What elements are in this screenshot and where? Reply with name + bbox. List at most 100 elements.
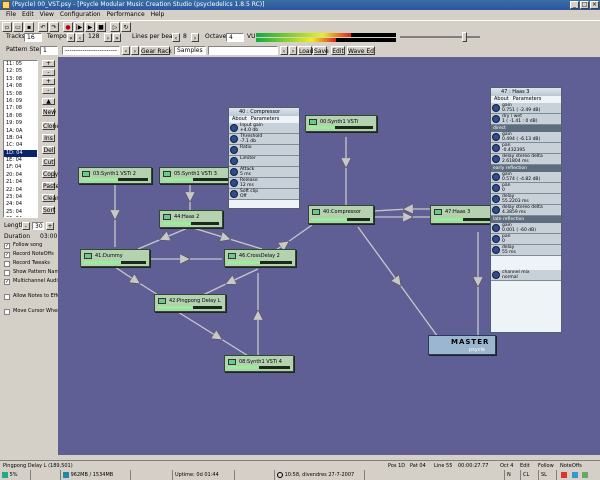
knob-icon[interactable] bbox=[492, 144, 500, 152]
redo-icon[interactable]: ↷ bbox=[49, 22, 59, 32]
haas-late-param-row[interactable]: delay 55 ms bbox=[491, 245, 561, 256]
sequence-entry[interactable]: 1E: 04 bbox=[4, 157, 37, 164]
lpb-up-button[interactable]: › bbox=[191, 33, 199, 42]
knob-icon[interactable] bbox=[492, 184, 500, 192]
save-file-icon[interactable]: ▪ bbox=[24, 22, 34, 32]
knob-icon[interactable] bbox=[492, 173, 500, 181]
wave-ed-button[interactable]: Wave Ed bbox=[347, 46, 375, 55]
sequence-entry[interactable]: 25: 04 bbox=[4, 209, 37, 216]
sequence-entry[interactable]: 18: 08 bbox=[4, 113, 37, 120]
stop-icon[interactable]: ■ bbox=[96, 22, 106, 32]
pattern-step-select[interactable]: 1 bbox=[40, 46, 58, 55]
play-icon[interactable]: ▶ bbox=[85, 22, 95, 32]
machine-crossdelay-2[interactable]: 46:CrossDelay 2 bbox=[224, 249, 296, 267]
sequence-entry[interactable]: 21: 04 bbox=[4, 179, 37, 186]
master-volume-slider[interactable] bbox=[462, 32, 467, 42]
machine-view[interactable]: 03:Synth1 VSTi 2 05:Synth1 VSTi 3 44:Haa… bbox=[58, 57, 600, 455]
sequence-entry[interactable]: 17: 08 bbox=[4, 105, 37, 112]
option-checkbox[interactable]: ✓ bbox=[4, 252, 10, 258]
tray-speaker-icon[interactable] bbox=[561, 471, 567, 478]
haas-direct-param-row[interactable]: delay stereo delta 2.61804 ms bbox=[491, 154, 561, 165]
haas-parameters-window[interactable]: 47 : Haas 3 About Parameters gain 0.751 ( … bbox=[490, 87, 562, 333]
record-icon[interactable]: ● bbox=[63, 22, 73, 32]
seq-sort-button[interactable]: Sort bbox=[42, 206, 55, 214]
seq-cut-button[interactable]: Cut bbox=[42, 158, 55, 166]
haas-late-param-row[interactable]: gain 0.001 ( -60 dB) bbox=[491, 223, 561, 234]
compressor-param-row[interactable]: Input gain +4.0 db bbox=[229, 123, 299, 134]
length-up-button[interactable]: + bbox=[46, 222, 54, 230]
compressor-param-row[interactable]: Threshold -7.1 db bbox=[229, 134, 299, 145]
haas-direct-param-row[interactable]: pan -0.432395 bbox=[491, 143, 561, 154]
load-button[interactable]: Load bbox=[298, 46, 313, 55]
seq-add-all-icon[interactable]: + bbox=[42, 78, 55, 85]
machine-dummy[interactable]: 41:Dummy bbox=[80, 249, 150, 267]
prev-instrument-button[interactable]: ‹ bbox=[280, 46, 288, 55]
machine-synth1-vsti[interactable]: 00:Synth1 VSTi bbox=[305, 115, 377, 132]
block-play-icon[interactable]: ▷ bbox=[110, 22, 120, 32]
seq-copy-button[interactable]: Copy bbox=[42, 170, 58, 178]
sequence-entry[interactable]: 15: 08 bbox=[4, 91, 37, 98]
knob-icon[interactable] bbox=[230, 146, 238, 154]
machine-synth1-vsti-4[interactable]: 08:Synth1 VSTi 4 bbox=[224, 355, 294, 372]
machine-haas-2[interactable]: 44:Haas 2 bbox=[159, 210, 223, 228]
haas-early-param-row[interactable]: delay stereo delta 4.3859 ms bbox=[491, 205, 561, 216]
knob-icon[interactable] bbox=[230, 179, 238, 187]
sequence-entry[interactable]: 23: 04 bbox=[4, 194, 37, 201]
sequence-entry[interactable]: 1A: 0A bbox=[4, 128, 37, 135]
sequence-entry[interactable]: 13: 08 bbox=[4, 76, 37, 83]
seq-clone-button[interactable]: Clone bbox=[42, 122, 60, 130]
haas-early-param-row[interactable]: delay 55.2203 ms bbox=[491, 194, 561, 205]
tracks-value[interactable]: 16 bbox=[24, 33, 42, 42]
machine-synth1-vsti-2[interactable]: 03:Synth1 VSTi 2 bbox=[78, 167, 152, 184]
option-checkbox[interactable] bbox=[4, 294, 10, 300]
sequence-list[interactable]: 11: 05 12: 05 13: 08 14: 08 15: 08 16: 09 17: … bbox=[3, 60, 38, 218]
seq-sub-icon[interactable]: - bbox=[42, 69, 55, 76]
machine-compressor[interactable]: 40:Compressor bbox=[308, 205, 374, 224]
seq-sub-all-icon[interactable]: - bbox=[42, 87, 55, 94]
compressor-param-row[interactable]: Soft clip Off bbox=[229, 189, 299, 200]
tempo-down-button[interactable]: « bbox=[67, 33, 75, 42]
sequence-entry[interactable]: 1C: 04 bbox=[4, 142, 37, 149]
sequence-entry[interactable]: 1B: 04 bbox=[4, 135, 37, 142]
tempo-down-fine-button[interactable]: ‹ bbox=[76, 33, 84, 42]
seq-new-button[interactable]: New bbox=[42, 108, 56, 116]
tempo-up-fine-button[interactable]: › bbox=[104, 33, 112, 42]
seq-clear-button[interactable]: Clear bbox=[42, 194, 59, 202]
menu-help[interactable]: Help bbox=[151, 10, 165, 19]
tab-about[interactable]: About bbox=[494, 96, 509, 102]
option-checkbox[interactable] bbox=[4, 270, 10, 276]
compressor-param-row[interactable]: Ratio bbox=[229, 145, 299, 156]
sequence-entry[interactable]: 24: 04 bbox=[4, 201, 37, 208]
save-button[interactable]: Save bbox=[313, 46, 329, 55]
sequence-entry[interactable]: 16: 09 bbox=[4, 98, 37, 105]
machine-synth1-vsti-3[interactable]: 05:Synth1 VSTi 3 bbox=[159, 167, 233, 184]
tempo-up-button[interactable]: » bbox=[113, 33, 121, 42]
knob-icon[interactable] bbox=[492, 271, 500, 279]
compressor-param-row[interactable]: Attack 5 ms bbox=[229, 167, 299, 178]
knob-icon[interactable] bbox=[230, 157, 238, 165]
machine-master[interactable]: MASTER psycle bbox=[428, 335, 496, 355]
machine-select[interactable]: ------------------------ bbox=[62, 46, 120, 55]
open-file-icon[interactable]: ▭ bbox=[13, 22, 23, 32]
sequence-entry[interactable]: 14: 08 bbox=[4, 83, 37, 90]
seq-up-icon[interactable]: ▲ bbox=[42, 98, 55, 105]
knob-icon[interactable] bbox=[492, 246, 500, 254]
haas-top-param-row[interactable]: gain 0.751 ( -2.49 dB) bbox=[491, 103, 561, 114]
loop-icon[interactable]: ↻ bbox=[121, 22, 131, 32]
menu-performance[interactable]: Performance bbox=[107, 10, 145, 19]
seq-paste-button[interactable]: Paste bbox=[42, 182, 59, 190]
seq-del-button[interactable]: Del bbox=[42, 146, 55, 154]
knob-icon[interactable] bbox=[230, 168, 238, 176]
tray-network-icon[interactable] bbox=[571, 471, 578, 478]
new-file-icon[interactable]: ▫ bbox=[2, 22, 12, 32]
haas-early-param-row[interactable]: gain 0.574 ( -4.82 dB) bbox=[491, 172, 561, 183]
knob-icon[interactable] bbox=[492, 235, 500, 243]
menu-view[interactable]: View bbox=[40, 10, 54, 19]
haas-late-param-row[interactable]: pan 0 bbox=[491, 234, 561, 245]
knob-icon[interactable] bbox=[230, 135, 238, 143]
option-checkbox[interactable]: ✓ bbox=[4, 279, 10, 285]
sequence-entry[interactable]: 1D: 04 bbox=[4, 149, 37, 158]
menu-configuration[interactable]: Configuration bbox=[60, 10, 101, 19]
length-value[interactable]: 30 bbox=[32, 222, 44, 230]
gear-rack-button[interactable]: Gear Rack bbox=[140, 46, 172, 55]
